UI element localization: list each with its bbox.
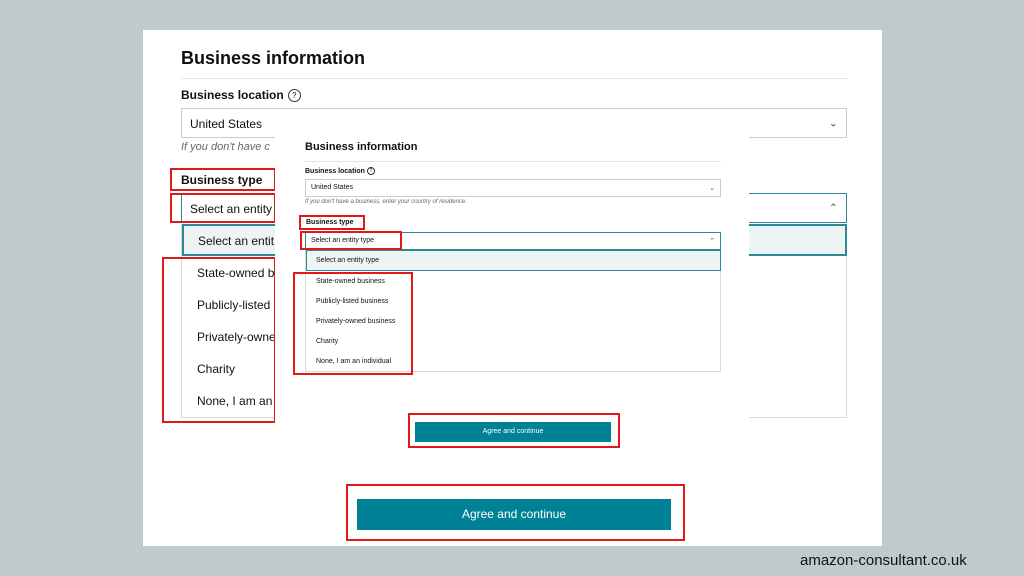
option-label: Select an entity type — [316, 257, 380, 264]
inset-business-location-value: United States — [311, 184, 354, 191]
option-label: Select an entit — [198, 234, 275, 248]
inset-highlight-box-button — [408, 413, 620, 448]
inset-highlight-box-options — [293, 272, 413, 375]
chevron-up-icon: ⌃ — [828, 202, 838, 215]
business-location-hint: If you don't have c — [181, 141, 270, 153]
title-divider — [181, 78, 847, 79]
highlight-box-entity-select — [170, 193, 276, 223]
inset-business-type-label: Business type — [306, 219, 354, 226]
business-location-label-text: Business location — [181, 88, 284, 102]
inset-dropdown-option-selected[interactable]: Select an entity type — [306, 250, 721, 271]
business-location-value: United States — [190, 117, 263, 131]
inset-business-location-select[interactable]: United States ⌄ — [305, 179, 721, 197]
chevron-up-icon: ⌃ — [709, 238, 715, 245]
chevron-down-icon: ⌄ — [828, 117, 838, 130]
inset-title-divider — [305, 161, 721, 162]
inset-business-location-hint: If you don't have a business, enter your… — [305, 199, 467, 205]
business-type-label: Business type — [181, 173, 263, 187]
help-circle-icon[interactable]: ? — [366, 167, 375, 175]
site-watermark: amazon-consultant.co.uk — [800, 552, 967, 569]
inset-page-title: Business information — [305, 141, 418, 153]
help-circle-icon[interactable]: ? — [287, 89, 301, 103]
inset-business-location-label: Business location? — [305, 167, 375, 175]
highlight-box-button — [346, 484, 685, 541]
inset-business-location-label-text: Business location — [305, 167, 365, 175]
page-title: Business information — [181, 48, 366, 68]
inset-highlight-box-entity-select — [300, 231, 402, 250]
business-location-label: Business location? — [181, 88, 301, 103]
chevron-down-icon: ⌄ — [709, 185, 715, 192]
highlight-box-options — [162, 257, 276, 423]
